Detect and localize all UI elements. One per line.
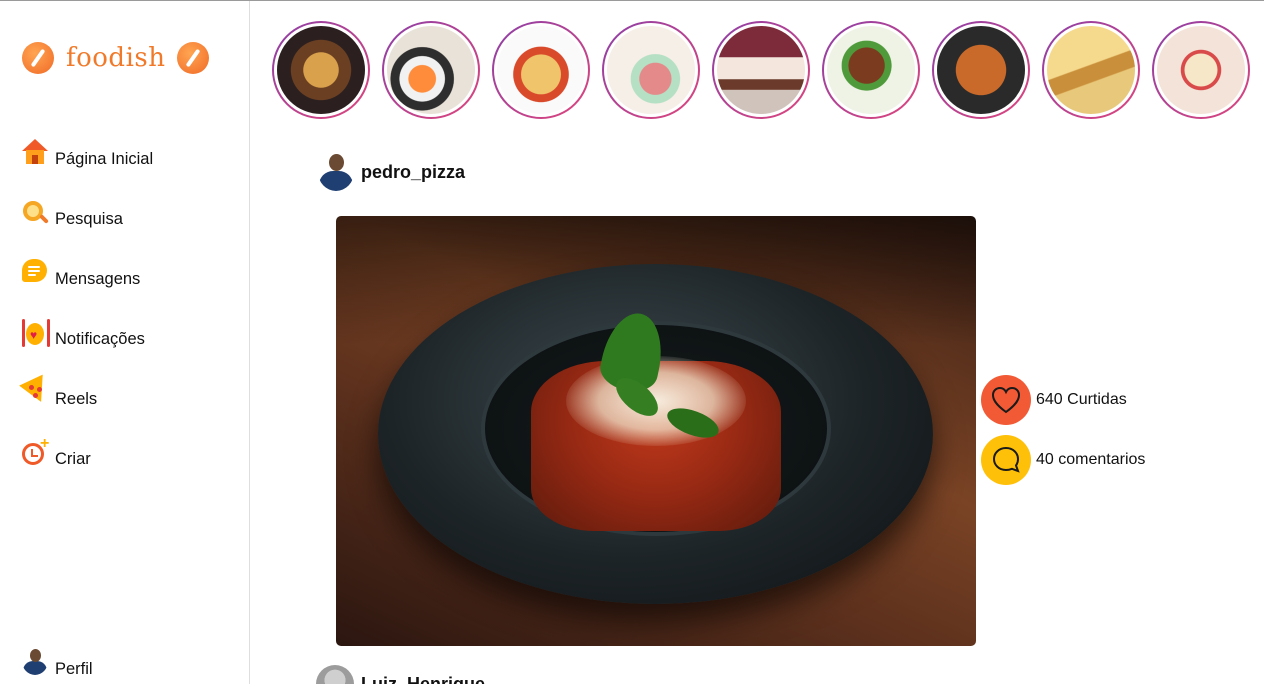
post-image[interactable] <box>336 216 976 646</box>
nav-label-home: Página Inicial <box>55 150 154 168</box>
story-item[interactable] <box>932 21 1030 119</box>
story-item[interactable] <box>1042 21 1140 119</box>
story-item[interactable] <box>602 21 700 119</box>
story-item[interactable] <box>272 21 370 119</box>
nav-item-messages[interactable]: Mensagens <box>22 257 153 317</box>
nav-label-search: Pesquisa <box>55 210 123 228</box>
nav-label-notifications: Notificações <box>55 330 145 348</box>
comment-button[interactable] <box>981 435 1031 485</box>
story-item[interactable] <box>382 21 480 119</box>
story-thumbnail <box>824 23 918 117</box>
nav-item-profile[interactable]: Perfil <box>22 647 93 679</box>
story-thumbnail <box>604 23 698 117</box>
post-author-avatar[interactable] <box>318 153 354 191</box>
next-post-header: Luiz_Henrique <box>316 665 485 684</box>
nav-item-home[interactable]: Página Inicial <box>22 137 153 197</box>
likes-count: 640 Curtidas <box>1036 391 1127 408</box>
post-actions: 640 Curtidas 40 comentarios <box>981 375 1145 495</box>
comments-count: 40 comentarios <box>1036 451 1146 468</box>
nav-item-search[interactable]: Pesquisa <box>22 197 153 257</box>
nav-item-create[interactable]: + Criar <box>22 435 153 497</box>
profile-avatar <box>22 647 48 675</box>
nav-item-reels[interactable]: Reels <box>19 374 153 437</box>
story-thumbnail <box>714 23 808 117</box>
nav-label-create: Criar <box>55 450 91 468</box>
post-author-username[interactable]: pedro_pizza <box>361 162 465 183</box>
story-item[interactable] <box>822 21 920 119</box>
app-logo[interactable]: foodish <box>22 41 210 75</box>
story-thumbnail <box>1044 23 1138 117</box>
comment-action: 40 comentarios <box>981 435 1145 485</box>
nav-label-messages: Mensagens <box>55 270 141 288</box>
comment-bubble-icon <box>992 446 1020 473</box>
next-post-author-avatar[interactable] <box>316 665 354 684</box>
nav-label-reels: Reels <box>55 390 98 408</box>
create-icon: + <box>22 435 50 467</box>
story-item[interactable] <box>1152 21 1250 119</box>
logo-text: foodish <box>66 43 166 73</box>
story-item[interactable] <box>712 21 810 119</box>
story-thumbnail <box>934 23 1028 117</box>
fork-logo-icon <box>177 42 210 74</box>
nav-label-profile: Perfil <box>55 660 93 678</box>
pizza-reels-icon <box>19 374 53 408</box>
main-nav: Página Inicial Pesquisa Mensagens ♥ Noti… <box>19 137 153 497</box>
story-thumbnail <box>1154 23 1248 117</box>
spoon-logo-icon <box>22 42 54 74</box>
story-thumbnail <box>494 23 588 117</box>
search-icon <box>22 199 50 227</box>
sidebar: foodish Página Inicial Pesquisa Mensagen… <box>0 1 250 684</box>
message-icon <box>22 259 50 287</box>
notification-icon: ♥ <box>22 319 50 347</box>
post-header: pedro_pizza <box>318 153 465 191</box>
heart-icon <box>991 386 1021 414</box>
like-button[interactable] <box>981 375 1031 425</box>
nav-item-notifications[interactable]: ♥ Notificações <box>22 317 153 377</box>
home-icon <box>22 139 50 167</box>
story-thumbnail <box>274 23 368 117</box>
like-action: 640 Curtidas <box>981 375 1145 425</box>
next-post-author-username[interactable]: Luiz_Henrique <box>361 674 485 684</box>
story-thumbnail <box>384 23 478 117</box>
story-item[interactable] <box>492 21 590 119</box>
stories-bar <box>272 21 1250 119</box>
